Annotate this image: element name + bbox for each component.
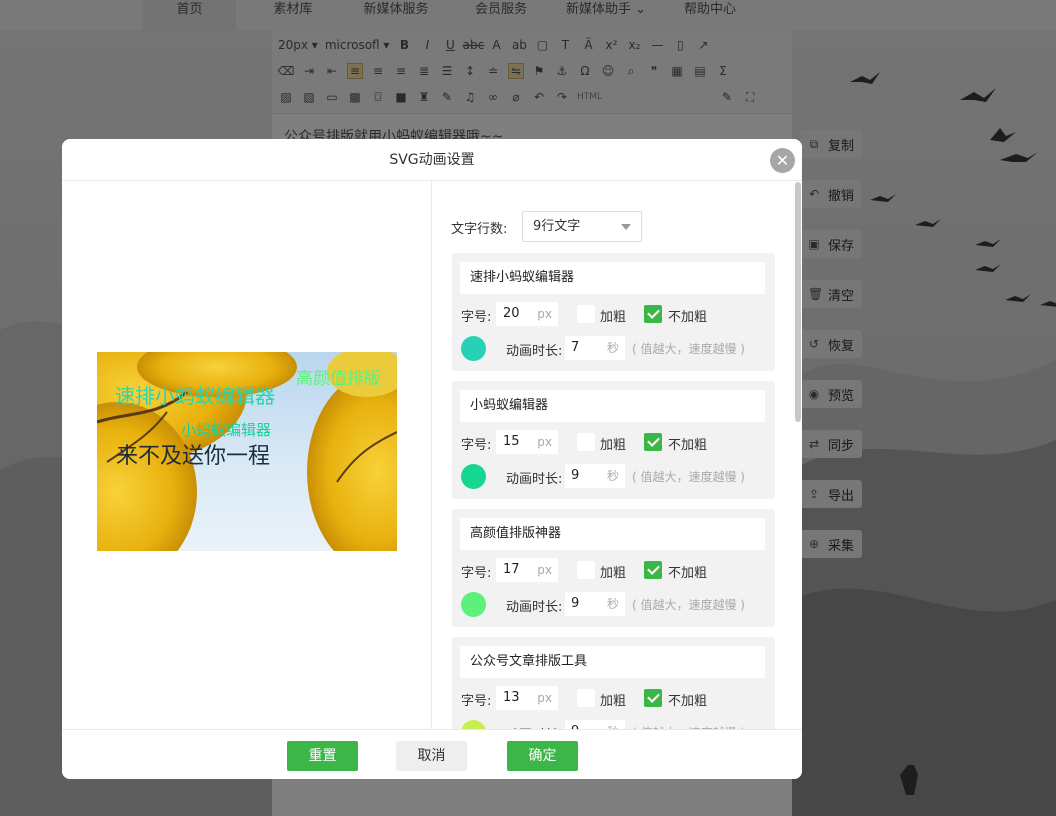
- font-size-label: 字号:: [461, 694, 492, 709]
- line-setting-card: 公众号文章排版工具字号:13px加粗不加粗动画时长:9秒( 值越大，速度越慢 ): [452, 637, 775, 729]
- duration-input[interactable]: 7秒: [565, 336, 625, 360]
- no-bold-checkbox[interactable]: [644, 433, 662, 451]
- rows-count-select[interactable]: 9行文字: [522, 211, 642, 242]
- duration-label: 动画时长:: [506, 600, 563, 615]
- font-size-value: 13: [503, 690, 520, 705]
- color-picker-swatch[interactable]: [461, 592, 486, 617]
- duration-label: 动画时长:: [506, 472, 563, 487]
- color-picker-swatch[interactable]: [461, 720, 486, 729]
- no-bold-label: 不加粗: [668, 438, 708, 453]
- duration-value: 7: [571, 340, 580, 355]
- bold-checkbox[interactable]: [577, 689, 595, 707]
- font-size-input[interactable]: 17 px: [496, 558, 558, 582]
- rows-count-label: 文字行数:: [451, 222, 508, 237]
- no-bold-checkbox[interactable]: [644, 689, 662, 707]
- px-unit: px: [537, 307, 552, 321]
- seconds-unit: 秒: [606, 341, 619, 355]
- duration-hint: ( 值越大，速度越慢 ): [632, 598, 745, 612]
- line-text-input[interactable]: 小蚂蚁编辑器: [460, 390, 765, 422]
- font-size-input[interactable]: 15 px: [496, 430, 558, 454]
- rows-count-value: 9行文字: [533, 219, 581, 234]
- color-picker-swatch[interactable]: [461, 464, 486, 489]
- dialog-header: SVG动画设置: [62, 139, 802, 181]
- bold-label: 加粗: [600, 310, 627, 325]
- no-bold-checkbox[interactable]: [644, 561, 662, 579]
- close-icon[interactable]: ✕: [770, 148, 795, 173]
- no-bold-checkbox[interactable]: [644, 305, 662, 323]
- animation-preview-image: 速排小蚂蚁编辑器 高颜值排版 小蚂蚁编辑器 来不及送你一程: [97, 352, 397, 551]
- seconds-unit: 秒: [607, 720, 619, 729]
- duration-value: 9: [571, 720, 579, 729]
- duration-hint: ( 值越大，速度越慢 ): [632, 342, 745, 356]
- line-text-input[interactable]: 高颜值排版神器: [460, 518, 765, 550]
- bold-label: 加粗: [600, 438, 627, 453]
- preview-text-2: 高颜值排版: [296, 369, 381, 389]
- cancel-button[interactable]: 取消: [396, 741, 467, 771]
- color-picker-swatch[interactable]: [461, 336, 486, 361]
- bold-checkbox[interactable]: [577, 305, 595, 323]
- font-size-value: 20: [503, 306, 520, 321]
- duration-hint: ( 值越大，速度越慢 ): [632, 470, 745, 484]
- seconds-unit: 秒: [606, 469, 619, 483]
- font-size-label: 字号:: [461, 310, 492, 325]
- font-size-value: 17: [503, 562, 520, 577]
- bold-label: 加粗: [600, 694, 627, 709]
- duration-label: 动画时长:: [506, 344, 563, 359]
- font-size-label: 字号:: [461, 438, 492, 453]
- no-bold-label: 不加粗: [668, 566, 708, 581]
- duration-value: 9: [571, 468, 580, 483]
- preview-pane: 速排小蚂蚁编辑器 高颜值排版 小蚂蚁编辑器 来不及送你一程: [62, 181, 432, 729]
- preview-text-3: 小蚂蚁编辑器: [181, 421, 272, 439]
- preview-text-1: 速排小蚂蚁编辑器: [115, 384, 275, 408]
- duration-value: 9: [571, 596, 580, 611]
- preview-text-4: 来不及送你一程: [116, 444, 271, 469]
- chevron-down-icon: [621, 224, 631, 230]
- bold-label: 加粗: [600, 566, 627, 581]
- px-unit: px: [537, 563, 552, 577]
- line-setting-card: 小蚂蚁编辑器 字号: 15 px 加粗 不加粗 动画时长: 9 秒( 值越大，速度越慢 ): [452, 381, 775, 499]
- no-bold-label: 不加粗: [668, 310, 708, 325]
- dialog-footer: 重置 取消 确定: [62, 729, 802, 779]
- settings-pane: 文字行数: 9行文字 速排小蚂蚁编辑器 字号: 20 px 加粗 不加粗 动画时长: 7 秒( …: [432, 181, 802, 729]
- line-text-input[interactable]: 速排小蚂蚁编辑器: [460, 262, 765, 294]
- seconds-unit: 秒: [606, 597, 619, 611]
- line-setting-card: 高颜值排版神器 字号: 17 px 加粗 不加粗 动画时长: 9 秒( 值越大，速度越慢 ): [452, 509, 775, 627]
- no-bold-label: 不加粗: [668, 694, 708, 709]
- bold-checkbox[interactable]: [577, 433, 595, 451]
- font-size-input[interactable]: 20 px: [496, 302, 558, 326]
- font-size-value: 15: [503, 434, 520, 449]
- duration-input[interactable]: 9秒: [565, 720, 625, 729]
- duration-input[interactable]: 9秒: [565, 592, 625, 616]
- bold-checkbox[interactable]: [577, 561, 595, 579]
- settings-scrollbar[interactable]: [795, 182, 801, 422]
- px-unit: px: [537, 691, 552, 705]
- font-size-label: 字号:: [461, 566, 492, 581]
- duration-input[interactable]: 9秒: [565, 464, 625, 488]
- line-text-input[interactable]: 公众号文章排版工具: [460, 646, 765, 678]
- confirm-button[interactable]: 确定: [507, 741, 578, 771]
- reset-button[interactable]: 重置: [287, 741, 358, 771]
- dialog-title: SVG动画设置: [389, 152, 475, 168]
- font-size-input[interactable]: 13 px: [496, 686, 558, 710]
- svg-animation-settings-dialog: SVG动画设置 ✕ 速排小蚂蚁编辑器 高颜值排版 小蚂蚁编辑器 来不及送你一程 …: [62, 139, 802, 779]
- px-unit: px: [537, 435, 552, 449]
- line-setting-card: 速排小蚂蚁编辑器 字号: 20 px 加粗 不加粗 动画时长: 7 秒( 值越大，速度越慢 ): [452, 253, 775, 371]
